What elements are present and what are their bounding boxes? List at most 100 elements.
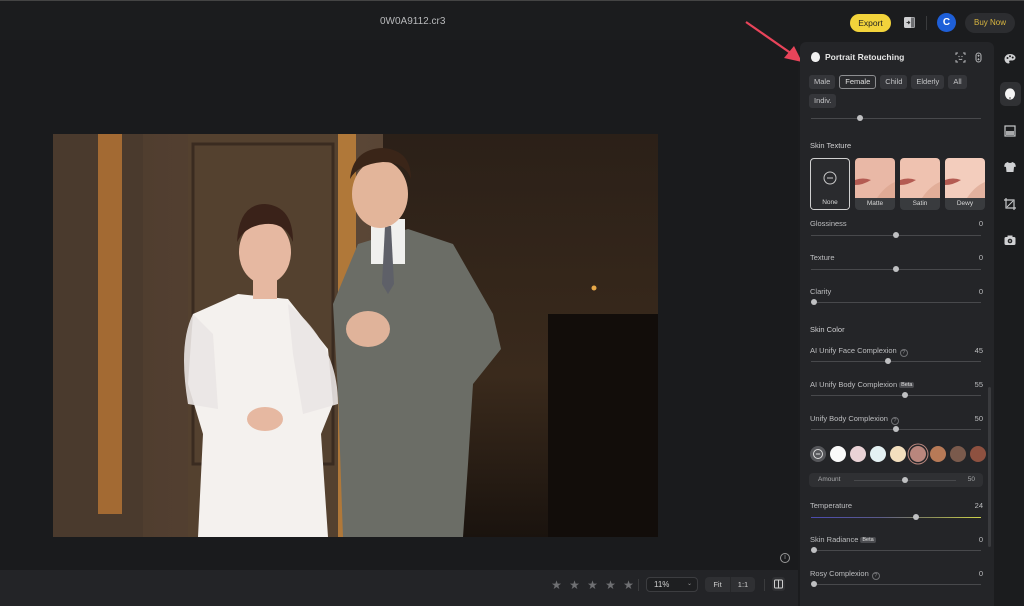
export-button[interactable]: Export bbox=[850, 14, 891, 32]
slider-track[interactable] bbox=[811, 549, 981, 551]
face-detect-icon[interactable] bbox=[955, 52, 966, 63]
filter-chip-female[interactable]: Female bbox=[839, 75, 877, 89]
star-rating[interactable]: ★ ★ ★ ★ ★ bbox=[550, 579, 635, 592]
slider-thumb[interactable] bbox=[901, 392, 908, 398]
slider-thumb[interactable] bbox=[893, 426, 899, 432]
skin-tone-swatch[interactable] bbox=[930, 446, 946, 462]
texture-option-none[interactable]: None bbox=[810, 158, 850, 210]
slider-thumb[interactable] bbox=[811, 299, 818, 305]
texture-option-satin[interactable]: Satin bbox=[900, 158, 940, 210]
clarity-value: 0 bbox=[978, 287, 983, 296]
star-icon[interactable]: ★ bbox=[568, 579, 581, 592]
slider-thumb[interactable] bbox=[811, 581, 818, 587]
strength-slider[interactable] bbox=[811, 115, 981, 121]
slider-track[interactable] bbox=[811, 360, 981, 362]
temperature-label: Temperature bbox=[810, 501, 853, 510]
zoom-level-select[interactable]: 11% ⌄ bbox=[646, 577, 698, 592]
texture-option-matte[interactable]: Matte bbox=[855, 158, 895, 210]
skin-tone-swatch[interactable] bbox=[950, 446, 966, 462]
slider-thumb[interactable] bbox=[811, 547, 818, 553]
filter-chip-elderly[interactable]: Elderly bbox=[911, 75, 945, 89]
skin-color-heading: Skin Color bbox=[810, 325, 845, 334]
texture-option-label: Satin bbox=[900, 198, 940, 210]
skin-tone-swatch[interactable] bbox=[870, 446, 886, 462]
slider-track[interactable] bbox=[811, 117, 981, 119]
rosy-complexion-slider[interactable] bbox=[811, 581, 981, 587]
skin-radiance-text: Skin Radiance bbox=[810, 535, 859, 544]
slider-thumb[interactable] bbox=[857, 115, 864, 121]
app-window: 0W0A9112.cr3 Export C Buy Now i ★ ★ ★ ★ … bbox=[0, 0, 1024, 606]
buy-now-button[interactable]: Buy Now bbox=[965, 13, 1015, 33]
slider-track[interactable] bbox=[811, 394, 981, 396]
texture-label: Texture bbox=[810, 253, 835, 262]
skin-radiance-slider[interactable] bbox=[811, 547, 981, 553]
skin-radiance-value: 0 bbox=[978, 535, 983, 544]
body-complexion-ai-label: AI Unify Body Complexion Beta bbox=[810, 380, 915, 389]
background-icon[interactable] bbox=[1003, 124, 1017, 138]
panel-scrollbar[interactable] bbox=[988, 387, 991, 547]
filter-chip-child[interactable]: Child bbox=[880, 75, 908, 89]
slider-track[interactable] bbox=[811, 301, 981, 303]
filter-chip-male[interactable]: Male bbox=[809, 75, 836, 89]
help-icon[interactable]: ? bbox=[871, 572, 880, 580]
help-icon[interactable]: ? bbox=[899, 349, 908, 357]
slider-thumb[interactable] bbox=[913, 514, 920, 520]
amount-slider[interactable] bbox=[854, 477, 956, 483]
glossiness-slider[interactable] bbox=[811, 232, 981, 238]
skin-texture-heading: Skin Texture bbox=[810, 141, 852, 150]
slider-thumb[interactable] bbox=[893, 266, 899, 272]
one-to-one-button[interactable]: 1:1 bbox=[730, 577, 755, 592]
star-icon[interactable]: ★ bbox=[550, 579, 563, 592]
body-complexion-value: 50 bbox=[974, 414, 983, 423]
clarity-slider[interactable] bbox=[811, 299, 981, 305]
fit-button[interactable]: Fit bbox=[705, 577, 730, 592]
skin-tone-swatch[interactable] bbox=[910, 446, 926, 462]
none-icon bbox=[823, 171, 837, 185]
camera-icon[interactable] bbox=[1003, 233, 1017, 247]
top-bar: 0W0A9112.cr3 Export C Buy Now bbox=[0, 0, 1024, 40]
help-icon[interactable]: ? bbox=[890, 417, 899, 425]
slider-track[interactable] bbox=[811, 516, 981, 518]
filter-chip-all[interactable]: All bbox=[948, 75, 967, 89]
body-complexion-slider[interactable] bbox=[811, 426, 981, 432]
portrait-retouching-panel: Portrait Retouching Male Female Child Elder… bbox=[800, 42, 994, 606]
info-icon[interactable]: i bbox=[780, 553, 790, 563]
texture-option-label: Dewy bbox=[945, 198, 985, 210]
face-complexion-slider[interactable] bbox=[811, 358, 981, 364]
audience-filter-row-2: Indiv. bbox=[809, 94, 837, 108]
skin-tone-swatch[interactable] bbox=[830, 446, 846, 462]
amount-control: Amount 50 bbox=[809, 473, 983, 487]
swatch-none[interactable] bbox=[810, 446, 826, 462]
palette-icon[interactable] bbox=[1003, 52, 1017, 66]
filter-chip-indiv[interactable]: Indiv. bbox=[809, 94, 837, 108]
star-icon[interactable]: ★ bbox=[586, 579, 599, 592]
portrait-icon[interactable] bbox=[1003, 87, 1017, 101]
split-view-icon bbox=[774, 579, 783, 589]
slider-thumb[interactable] bbox=[902, 477, 908, 483]
skin-texture-options: None Matte Satin Dewy bbox=[810, 158, 985, 210]
skin-tone-swatch[interactable] bbox=[970, 446, 986, 462]
user-avatar[interactable]: C bbox=[937, 13, 956, 32]
temperature-slider[interactable] bbox=[811, 514, 981, 520]
clothing-icon[interactable] bbox=[1003, 160, 1017, 174]
slider-thumb[interactable] bbox=[884, 358, 891, 364]
slider-track[interactable] bbox=[811, 583, 981, 585]
skin-tone-swatch[interactable] bbox=[890, 446, 906, 462]
skin-sample-image bbox=[855, 158, 895, 198]
body-complexion-ai-slider[interactable] bbox=[811, 392, 981, 398]
reset-toggle-icon[interactable] bbox=[973, 52, 984, 63]
panel-toggle-icon[interactable] bbox=[903, 16, 916, 29]
compare-view-button[interactable] bbox=[772, 577, 785, 591]
slider-thumb[interactable] bbox=[893, 232, 899, 238]
audience-filter-row: Male Female Child Elderly All bbox=[809, 75, 967, 89]
photo-preview[interactable] bbox=[53, 134, 658, 537]
texture-option-dewy[interactable]: Dewy bbox=[945, 158, 985, 210]
texture-value: 0 bbox=[978, 253, 983, 262]
crop-icon[interactable] bbox=[1003, 197, 1017, 211]
star-icon[interactable]: ★ bbox=[622, 579, 635, 592]
skin-tone-swatch[interactable] bbox=[850, 446, 866, 462]
star-icon[interactable]: ★ bbox=[604, 579, 617, 592]
panel-title: Portrait Retouching bbox=[825, 52, 905, 62]
face-complexion-label: AI Unify Face Complexion? bbox=[810, 346, 908, 357]
texture-slider[interactable] bbox=[811, 266, 981, 272]
